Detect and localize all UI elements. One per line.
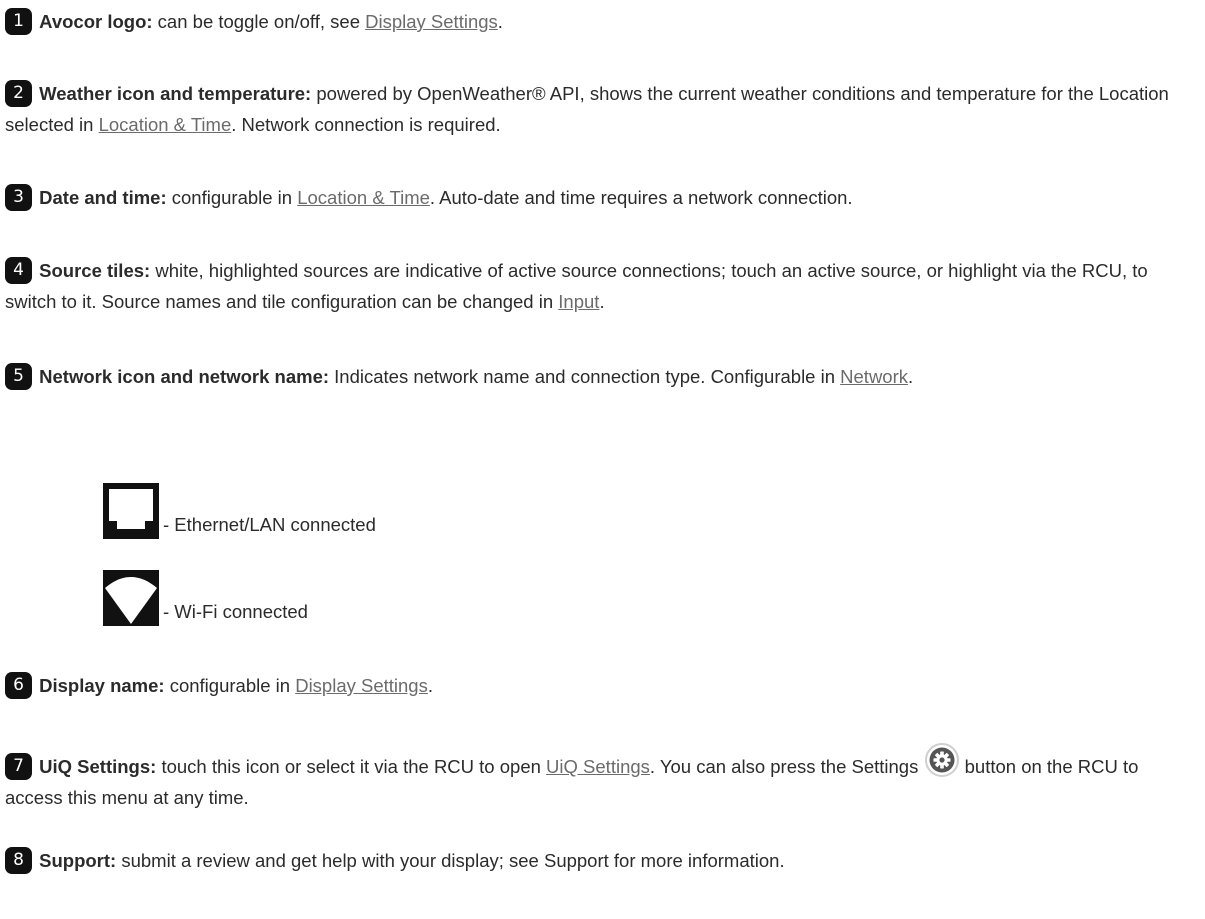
number-badge: 1 (5, 8, 32, 35)
item-description: submit a review and get help with your d… (116, 850, 785, 871)
item-label: Support: (39, 850, 117, 871)
item-date-time: 3 Date and time: configurable in Locatio… (5, 182, 1200, 213)
item-description: Indicates network name and connection ty… (329, 366, 841, 387)
item-support: 8 Support: submit a review and get help … (5, 845, 1200, 876)
display-settings-link[interactable]: Display Settings (295, 675, 428, 696)
item-description: touch this icon or select it via the RCU… (156, 756, 547, 777)
item-uiq-settings: 7 UiQ Settings: touch this icon or selec… (5, 743, 1200, 813)
ethernet-icon (103, 483, 159, 539)
number-badge: 5 (5, 363, 32, 390)
item-label: Display name: (39, 675, 165, 696)
item-weather: 2 Weather icon and temperature: powered … (5, 78, 1200, 140)
item-network: 5 Network icon and network name: Indicat… (5, 361, 1200, 392)
number-badge: 3 (5, 184, 32, 211)
item-source-tiles: 4 Source tiles: white, highlighted sourc… (5, 255, 1200, 317)
number-badge: 4 (5, 257, 32, 284)
item-label: Network icon and network name: (39, 366, 330, 387)
settings-gear-icon (925, 743, 960, 777)
location-time-link[interactable]: Location & Time (99, 114, 232, 135)
number-badge: 8 (5, 847, 32, 874)
ethernet-label: - Ethernet/LAN connected (163, 514, 376, 535)
item-description: can be toggle on/off, see (152, 11, 366, 32)
ethernet-row: - Ethernet/LAN connected (103, 483, 376, 539)
item-label: UiQ Settings: (39, 756, 157, 777)
item-avocor-logo: 1 Avocor logo: can be toggle on/off, see… (5, 6, 1200, 37)
display-settings-link[interactable]: Display Settings (365, 11, 498, 32)
item-label: Source tiles: (39, 260, 151, 281)
location-time-link[interactable]: Location & Time (297, 187, 430, 208)
network-link[interactable]: Network (840, 366, 908, 387)
number-badge: 7 (5, 753, 32, 780)
item-display-name: 6 Display name: configurable in Display … (5, 670, 1200, 701)
wifi-label: - Wi-Fi connected (163, 601, 308, 622)
item-label: Avocor logo: (39, 11, 153, 32)
item-label: Weather icon and temperature: (39, 83, 312, 104)
item-description: configurable in (166, 187, 298, 208)
wifi-icon (103, 570, 159, 626)
wifi-row: - Wi-Fi connected (103, 570, 308, 626)
item-description: configurable in (164, 675, 296, 696)
number-badge: 2 (5, 80, 32, 107)
input-link[interactable]: Input (558, 291, 599, 312)
item-label: Date and time: (39, 187, 167, 208)
number-badge: 6 (5, 672, 32, 699)
uiq-settings-link[interactable]: UiQ Settings (546, 756, 650, 777)
